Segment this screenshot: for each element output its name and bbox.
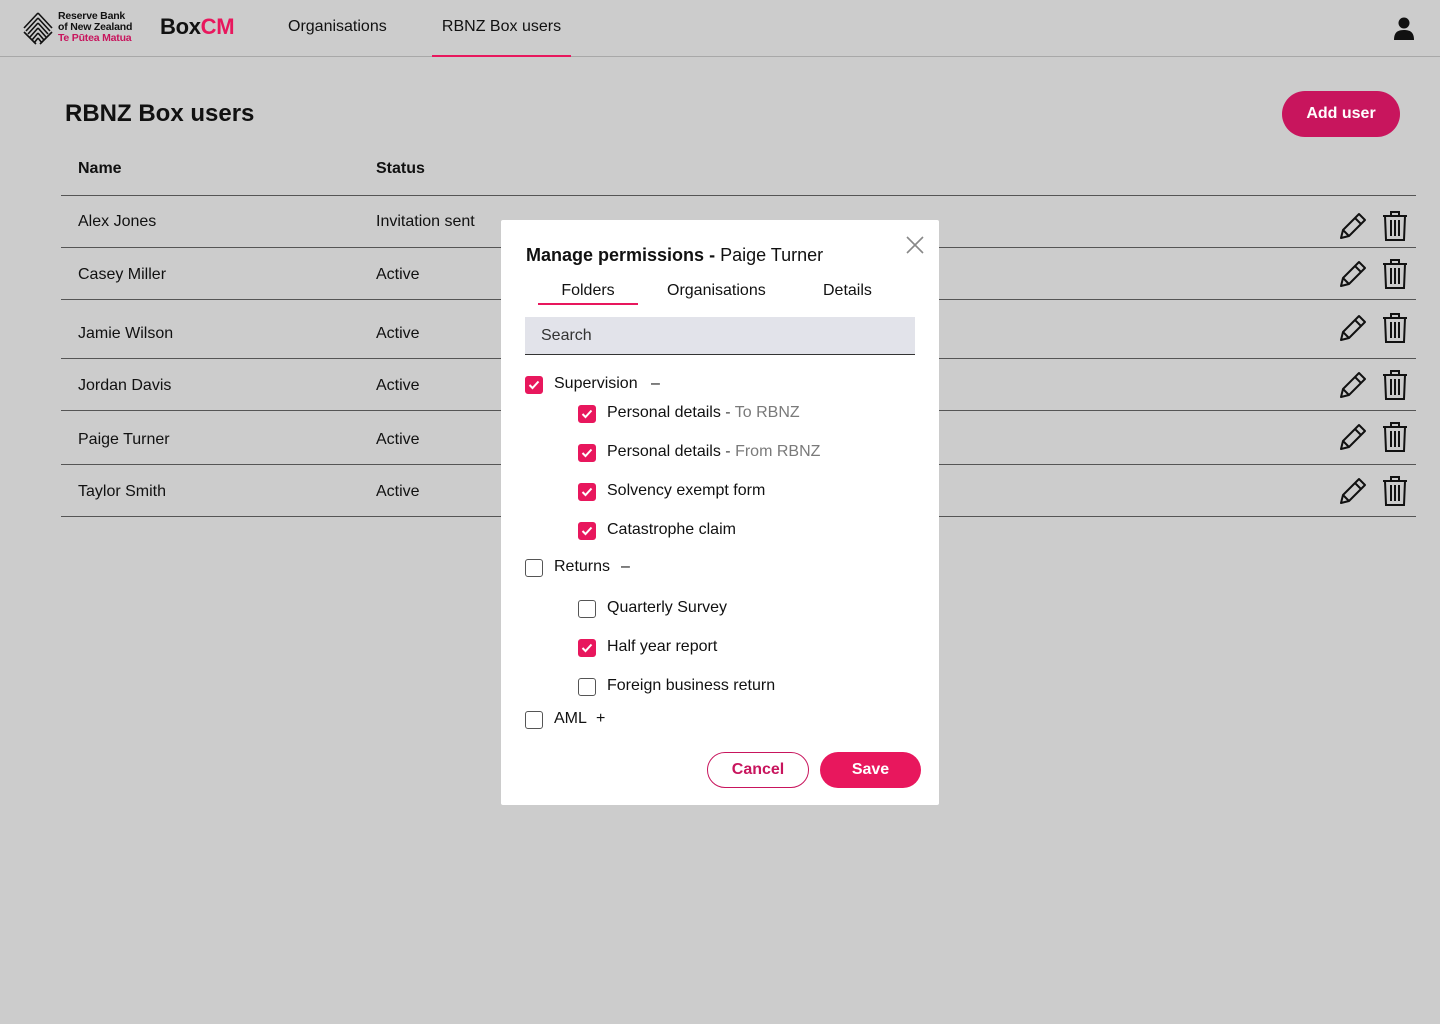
checkbox[interactable]	[578, 483, 596, 501]
collapse-toggle[interactable]: –	[621, 558, 630, 576]
checkbox[interactable]	[578, 678, 596, 696]
table-header: Name Status	[61, 150, 1416, 196]
user-name: Alex Jones	[78, 213, 157, 230]
trash-icon[interactable]	[1381, 421, 1409, 453]
collapse-toggle[interactable]: –	[651, 375, 660, 393]
user-status: Active	[376, 377, 420, 394]
column-header-name: Name	[78, 160, 122, 177]
checkbox[interactable]	[525, 376, 543, 394]
folder-item-label: Catastrophe claim	[607, 521, 736, 538]
checkmark-icon	[581, 643, 593, 653]
logo-line-3: Te Pūtea Matua	[58, 32, 132, 44]
folder-item-separator: -	[720, 443, 736, 460]
logo-text: Reserve Bank of New Zealand Te Pūtea Mat…	[58, 11, 132, 44]
top-header: Reserve Bank of New Zealand Te Pūtea Mat…	[0, 0, 1440, 57]
user-name: Taylor Smith	[78, 483, 167, 500]
checkbox[interactable]	[578, 600, 596, 618]
checkmark-icon	[581, 448, 593, 458]
checkbox[interactable]	[578, 639, 596, 657]
search-input[interactable]	[525, 317, 915, 355]
row-actions	[1337, 421, 1407, 453]
folder-item-label: Personal details - To RBNZ	[607, 404, 800, 422]
save-button[interactable]: Save	[820, 752, 921, 788]
checkbox[interactable]	[578, 405, 596, 423]
trash-icon[interactable]	[1381, 475, 1409, 507]
user-name: Jamie Wilson	[78, 325, 174, 342]
pencil-icon[interactable]	[1337, 369, 1369, 401]
tab-details[interactable]: Details	[823, 282, 872, 303]
user-status: Active	[376, 431, 420, 448]
user-status: Active	[376, 325, 420, 342]
tab-organisations[interactable]: Organisations	[667, 282, 766, 303]
checkbox[interactable]	[525, 559, 543, 577]
product-name[interactable]: BoxCM	[160, 14, 235, 40]
rbnz-logo[interactable]: Reserve Bank of New Zealand Te Pūtea Mat…	[22, 9, 146, 47]
dialog-title-user: Paige Turner	[720, 245, 824, 265]
close-icon[interactable]	[905, 235, 925, 255]
trash-icon[interactable]	[1381, 210, 1409, 242]
checkmark-icon	[581, 487, 593, 497]
folder-label: Returns	[554, 558, 611, 575]
dialog-tabs: Folders Organisations Details	[526, 282, 916, 305]
folder-label: AML	[554, 710, 587, 727]
dialog-title-separator: -	[704, 245, 721, 265]
dialog-title-label: Manage permissions	[526, 245, 705, 265]
folder-item-name: Personal details	[607, 404, 721, 421]
trash-icon[interactable]	[1381, 369, 1409, 401]
rbnz-logo-mark-icon	[23, 12, 53, 45]
row-actions	[1337, 475, 1407, 507]
add-user-button[interactable]: Add user	[1282, 91, 1400, 137]
pencil-icon[interactable]	[1337, 258, 1369, 290]
folder-item-direction: From RBNZ	[735, 443, 821, 460]
checkmark-icon	[528, 380, 540, 390]
expand-toggle[interactable]: +	[596, 710, 605, 728]
user-status: Invitation sent	[376, 213, 475, 230]
nav-rbnz-box-users[interactable]: RBNZ Box users	[432, 18, 571, 57]
pencil-icon[interactable]	[1337, 210, 1369, 242]
row-actions	[1337, 210, 1407, 242]
folder-item-label: Solvency exempt form	[607, 482, 766, 499]
user-status: Active	[376, 483, 420, 500]
folder-item-separator: -	[720, 404, 735, 421]
product-name-cm: CM	[200, 14, 235, 39]
checkbox[interactable]	[578, 522, 596, 540]
checkbox[interactable]	[525, 711, 543, 729]
dialog-title: Manage permissions - Paige Turner	[526, 245, 823, 266]
trash-icon[interactable]	[1381, 258, 1409, 290]
pencil-icon[interactable]	[1337, 475, 1369, 507]
trash-icon[interactable]	[1381, 312, 1409, 344]
user-status: Active	[376, 266, 420, 283]
folder-item-name: Personal details	[607, 443, 721, 460]
product-name-box: Box	[160, 14, 201, 39]
pencil-icon[interactable]	[1337, 312, 1369, 344]
nav-organisations[interactable]: Organisations	[288, 18, 387, 57]
column-header-status: Status	[376, 160, 425, 177]
folder-item-label: Half year report	[607, 638, 718, 655]
folder-item-direction: To RBNZ	[734, 404, 800, 421]
checkmark-icon	[581, 409, 593, 419]
checkmark-icon	[581, 526, 593, 536]
folder-item-label: Foreign business return	[607, 677, 776, 694]
user-icon[interactable]	[1394, 17, 1414, 41]
checkbox[interactable]	[578, 444, 596, 462]
row-actions	[1337, 258, 1407, 290]
folder-item-label: Personal details - From RBNZ	[607, 443, 820, 461]
cancel-button[interactable]: Cancel	[707, 752, 809, 788]
pencil-icon[interactable]	[1337, 421, 1369, 453]
user-name: Jordan Davis	[78, 377, 172, 394]
folder-item-label: Quarterly Survey	[607, 599, 728, 616]
user-name: Paige Turner	[78, 431, 170, 448]
row-actions	[1337, 312, 1407, 344]
user-name: Casey Miller	[78, 266, 167, 283]
tab-folders[interactable]: Folders	[538, 282, 638, 305]
page-title: RBNZ Box users	[65, 100, 255, 127]
row-actions	[1337, 369, 1407, 401]
folder-label: Supervision	[554, 375, 638, 392]
manage-permissions-dialog: Manage permissions - Paige Turner Folder…	[501, 220, 939, 805]
